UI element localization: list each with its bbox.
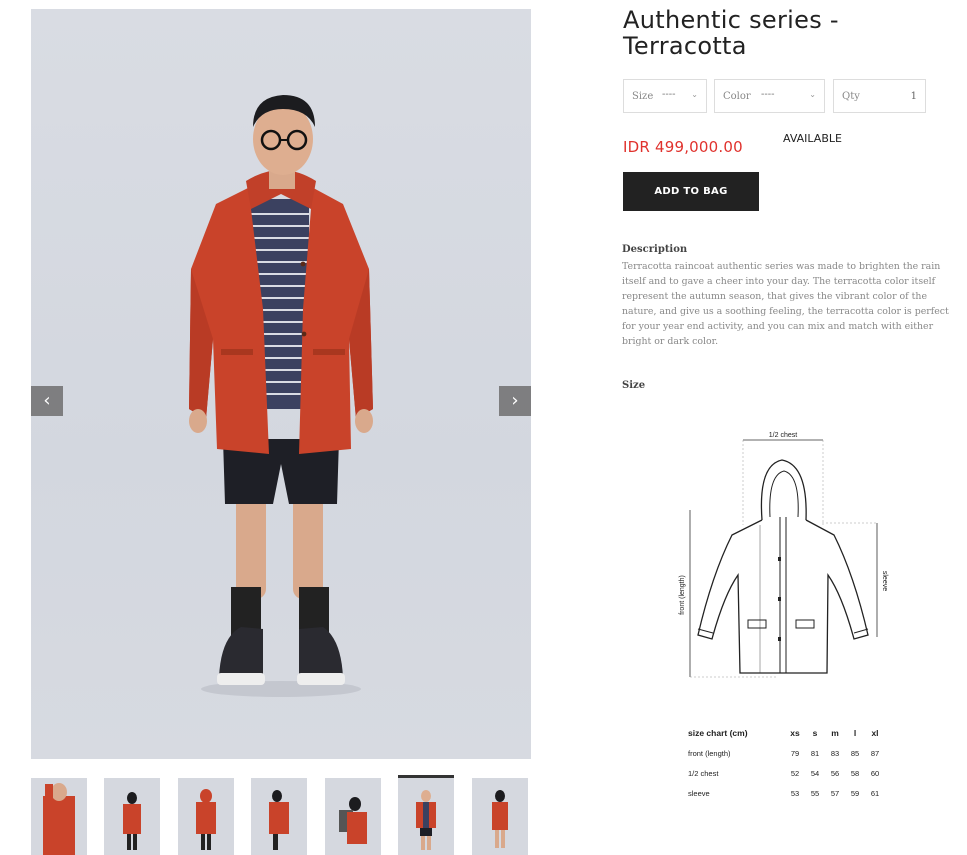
thumbnail-7[interactable] [472, 778, 528, 855]
table-header-cell: m [831, 728, 839, 738]
table-cell: 79 [790, 748, 800, 758]
product-title: Authentic series - Terracotta [623, 6, 839, 60]
size-select-value: ---- [662, 89, 676, 100]
thumbnail-1[interactable] [31, 778, 87, 855]
quantity-value[interactable]: 1 [911, 91, 917, 102]
table-cell: 87 [870, 748, 880, 758]
table-header-cell: size chart (cm) [688, 728, 748, 738]
chest-label: 1/2 chest [769, 432, 797, 439]
table-cell: 54 [810, 768, 820, 778]
table-cell: 61 [870, 788, 880, 798]
main-product-photo [31, 9, 531, 759]
availability-status: AVAILABLE [783, 132, 842, 145]
table-row: 1/2 chest 52 54 56 58 60 [688, 763, 885, 783]
front-length-label: front (length) [679, 575, 686, 615]
color-select-label: Color [723, 91, 751, 102]
table-cell: 59 [850, 788, 860, 798]
quantity-label: Qty [842, 91, 860, 102]
table-header-row: size chart (cm) xs s m l xl [688, 723, 885, 743]
product-price: IDR 499,000.00 [623, 138, 743, 156]
size-chart-table: size chart (cm) xs s m l xl front (lengt… [688, 723, 885, 803]
table-cell: 52 [790, 768, 800, 778]
table-cell: 53 [790, 788, 800, 798]
quantity-input[interactable]: Qty 1 [833, 79, 926, 113]
thumbnail-4[interactable] [251, 778, 307, 855]
table-cell: 55 [810, 788, 820, 798]
size-heading: Size [622, 380, 646, 391]
table-cell: front (length) [688, 748, 731, 758]
chevron-right-icon[interactable]: › [499, 386, 531, 416]
table-cell: 81 [810, 748, 820, 758]
table-cell: 1/2 chest [688, 768, 719, 778]
thumbnail-6[interactable] [398, 775, 454, 855]
table-row: front (length) 79 81 83 85 87 [688, 743, 885, 763]
chevron-down-icon: ⌄ [809, 90, 816, 99]
chevron-left-icon[interactable]: ‹ [31, 386, 63, 416]
size-select-label: Size [632, 91, 654, 102]
color-select-value: ---- [761, 89, 775, 100]
sleeve-label: sleeve [881, 571, 888, 591]
thumbnail-3[interactable] [178, 778, 234, 855]
chevron-down-icon: ⌄ [691, 90, 698, 99]
table-cell: 57 [830, 788, 840, 798]
raincoat-size-diagram: 1/2 chest front (length) sleeve [679, 432, 888, 678]
table-cell: sleeve [688, 788, 710, 798]
table-header-cell: l [853, 728, 857, 738]
add-to-bag-button[interactable]: ADD TO BAG [623, 172, 759, 211]
table-row: sleeve 53 55 57 59 61 [688, 783, 885, 803]
thumbnail-2[interactable] [104, 778, 160, 855]
table-header-cell: xs [790, 728, 800, 738]
description-heading: Description [622, 244, 688, 255]
thumbnail-5[interactable] [325, 778, 381, 855]
table-cell: 85 [850, 748, 860, 758]
table-cell: 58 [850, 768, 860, 778]
table-cell: 83 [830, 748, 840, 758]
table-header-cell: s [812, 728, 818, 738]
size-select[interactable]: Size ---- ⌄ [623, 79, 707, 113]
table-header-cell: xl [871, 728, 879, 738]
color-select[interactable]: Color ---- ⌄ [714, 79, 825, 113]
description-text: Terracotta raincoat authentic series was… [622, 261, 949, 347]
table-cell: 56 [830, 768, 840, 778]
table-cell: 60 [870, 768, 880, 778]
